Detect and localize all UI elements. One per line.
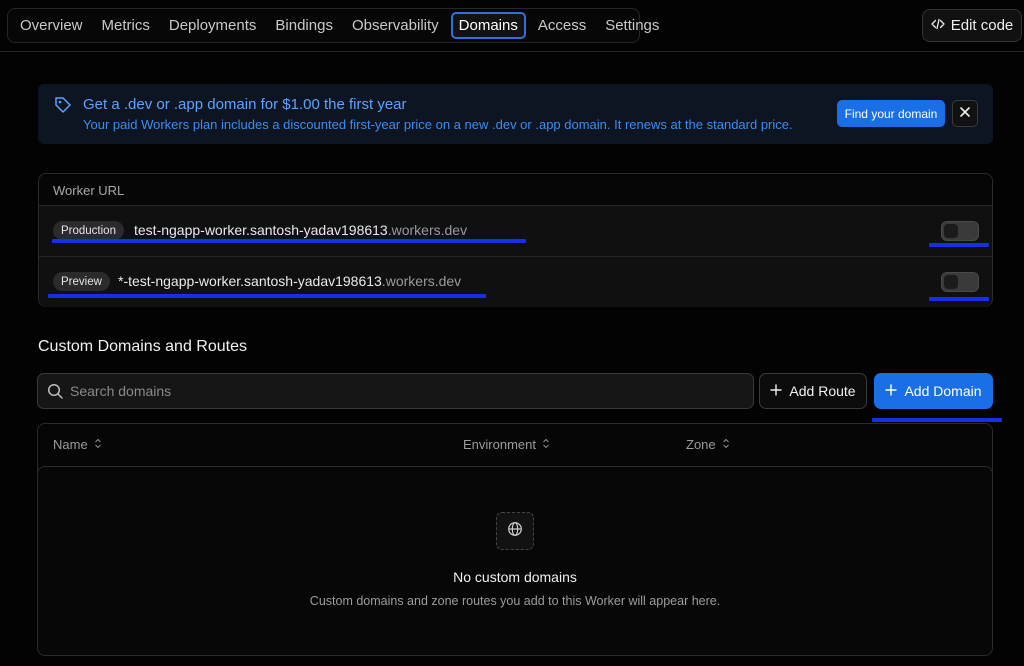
banner-title: Get a .dev or .app domain for $1.00 the … [83, 96, 407, 113]
search-domains-input[interactable] [70, 374, 740, 408]
custom-domains-table: Name Environment Zone No custom domains … [37, 423, 993, 656]
toggle-knob [944, 224, 958, 238]
production-url: test-ngapp-worker.santosh-yadav198613.wo… [134, 222, 467, 238]
tab-deployments[interactable]: Deployments [162, 12, 264, 39]
tab-bindings[interactable]: Bindings [268, 12, 340, 39]
column-header-name[interactable]: Name [53, 437, 102, 452]
search-icon [47, 383, 64, 405]
annotation-underline-production-toggle [929, 243, 989, 247]
worker-url-row-production: Production test-ngapp-worker.santosh-yad… [39, 205, 992, 256]
preview-url-suffix: .workers.dev [381, 273, 462, 289]
close-icon [959, 105, 971, 123]
sort-icon [722, 437, 730, 452]
tag-icon [53, 95, 73, 120]
annotation-underline-preview-url [48, 294, 486, 298]
find-your-domain-button[interactable]: Find your domain [837, 100, 945, 127]
empty-state: No custom domains Custom domains and zon… [37, 466, 993, 656]
annotation-underline-add-domain [872, 418, 1002, 422]
add-domain-label: Add Domain [904, 383, 982, 399]
add-route-button[interactable]: Add Route [759, 373, 867, 409]
env-badge-preview: Preview [53, 272, 110, 291]
worker-tabs: Overview Metrics Deployments Bindings Ob… [7, 8, 659, 43]
globe-icon-box [496, 512, 534, 550]
banner-subtitle: Your paid Workers plan includes a discou… [83, 117, 793, 132]
column-environment-label: Environment [463, 437, 536, 452]
sort-icon [94, 437, 102, 452]
column-zone-label: Zone [686, 437, 716, 452]
annotation-underline-production-url [52, 239, 526, 243]
plus-icon [770, 383, 783, 399]
worker-url-title: Worker URL [53, 183, 125, 198]
edit-code-button[interactable]: Edit code [922, 9, 1022, 42]
preview-url: *-test-ngapp-worker.santosh-yadav198613.… [118, 273, 461, 289]
column-name-label: Name [53, 437, 88, 452]
column-header-environment[interactable]: Environment [463, 437, 550, 452]
env-badge-production: Production [53, 221, 124, 240]
worker-url-row-preview: Preview *-test-ngapp-worker.santosh-yada… [39, 256, 992, 307]
annotation-underline-preview-toggle [929, 297, 989, 301]
sort-icon [542, 437, 550, 452]
globe-icon [507, 521, 523, 542]
production-url-host: test-ngapp-worker.santosh-yadav198613 [134, 222, 388, 238]
toggle-knob [944, 275, 958, 289]
tab-metrics[interactable]: Metrics [95, 12, 157, 39]
tab-access[interactable]: Access [531, 12, 593, 39]
column-header-zone[interactable]: Zone [686, 437, 730, 452]
plus-icon [885, 383, 898, 399]
add-route-label: Add Route [789, 383, 856, 399]
production-url-toggle[interactable] [941, 221, 979, 241]
preview-url-host: *-test-ngapp-worker.santosh-yadav198613 [118, 273, 382, 289]
tab-overview[interactable]: Overview [13, 12, 90, 39]
custom-domains-title: Custom Domains and Routes [38, 338, 247, 355]
promo-banner: Get a .dev or .app domain for $1.00 the … [38, 84, 993, 144]
empty-state-title: No custom domains [453, 569, 577, 585]
table-header: Name Environment Zone [38, 424, 992, 466]
tab-settings[interactable]: Settings [598, 12, 666, 39]
tab-domains[interactable]: Domains [450, 12, 526, 39]
search-domains-field[interactable] [37, 373, 754, 409]
production-url-suffix: .workers.dev [387, 222, 468, 238]
edit-code-label: Edit code [950, 17, 1014, 34]
empty-state-subtitle: Custom domains and zone routes you add t… [309, 594, 721, 608]
top-bar: Overview Metrics Deployments Bindings Ob… [0, 0, 1024, 52]
banner-close-button[interactable] [952, 100, 978, 127]
code-icon [931, 17, 945, 35]
tab-observability[interactable]: Observability [345, 12, 446, 39]
add-domain-button[interactable]: Add Domain [874, 373, 993, 409]
preview-url-toggle[interactable] [941, 272, 979, 292]
